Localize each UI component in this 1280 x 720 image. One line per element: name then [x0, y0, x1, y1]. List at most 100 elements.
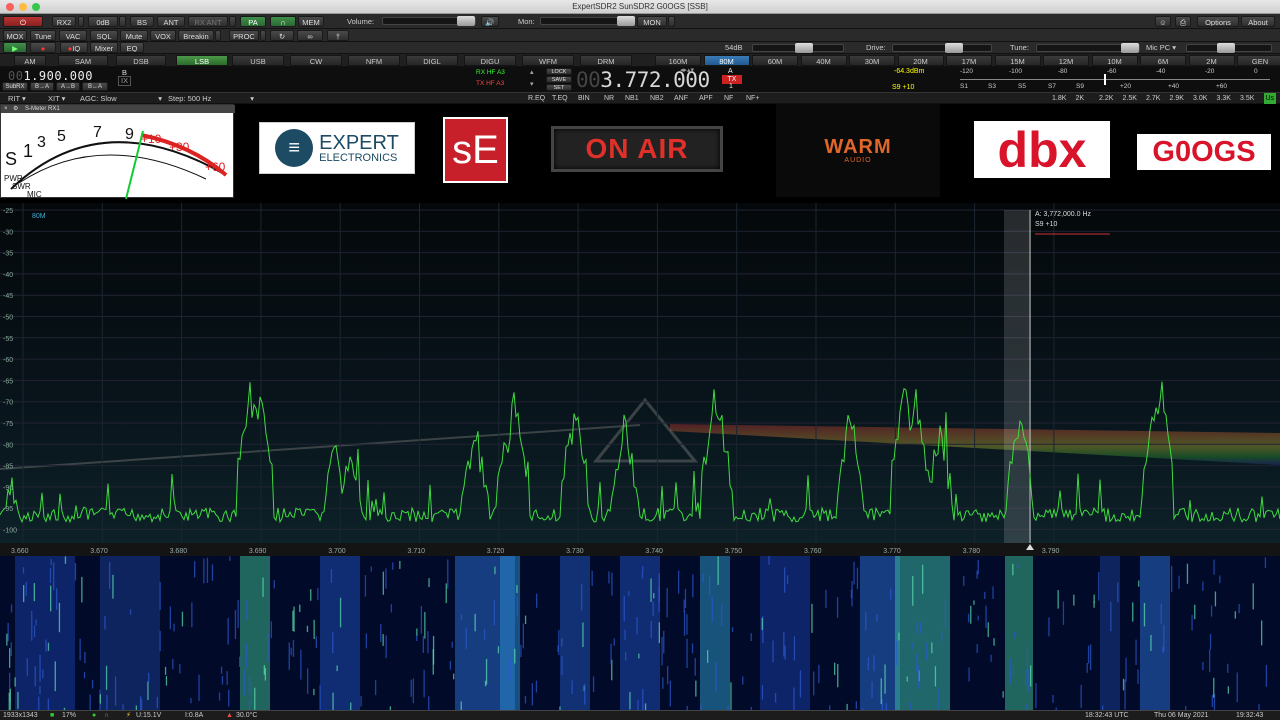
iq-record-button[interactable]: ●IQ: [60, 42, 88, 53]
s-meter-settings-icon[interactable]: ⚙: [13, 105, 18, 113]
filter-2-2k-button[interactable]: 2.2K: [1099, 93, 1113, 104]
sql-button[interactable]: SQL: [90, 30, 118, 41]
breakin-button[interactable]: Breakin: [178, 30, 214, 41]
mixer-button[interactable]: Mixer: [90, 42, 118, 53]
dsp-nf-button[interactable]: NF+: [746, 93, 759, 104]
attenuation-slider[interactable]: [752, 43, 844, 53]
band-6m[interactable]: 6M: [1140, 55, 1186, 66]
ant-button[interactable]: ANT: [157, 16, 185, 27]
rx-ant-button[interactable]: RX ANT: [188, 16, 228, 27]
drive-slider[interactable]: [892, 43, 992, 53]
tune-power-slider[interactable]: [1036, 43, 1140, 53]
mon-dropdown[interactable]: [668, 16, 675, 27]
dsp-nr-button[interactable]: NR: [604, 93, 614, 104]
dsp-nb2-button[interactable]: NB2: [650, 93, 664, 104]
b-to-a-button[interactable]: B→A: [30, 82, 54, 91]
mode-nfm[interactable]: NFM: [348, 55, 400, 66]
print-button[interactable]: ⎙: [1175, 16, 1191, 27]
preamp-button[interactable]: 0dB: [88, 16, 118, 27]
band-10m[interactable]: 10M: [1091, 55, 1138, 66]
dsp-apf-button[interactable]: APF: [699, 93, 713, 104]
pin-button[interactable]: †: [327, 30, 349, 41]
main-vfo-frequency[interactable]: 003.772.000: [576, 67, 721, 93]
vfo-up-arrow[interactable]: ▴: [530, 67, 534, 78]
minimize-window-button[interactable]: [19, 3, 27, 11]
volume-slider[interactable]: [382, 16, 476, 26]
close-window-button[interactable]: [6, 3, 14, 11]
volume-knob[interactable]: [457, 16, 475, 26]
xit-toggle[interactable]: XIT ▾: [48, 93, 65, 104]
band-2m[interactable]: 2M: [1188, 55, 1235, 66]
mox-button[interactable]: MOX: [3, 30, 27, 41]
band-60m[interactable]: 60M: [752, 55, 798, 66]
dsp-req-button[interactable]: R.EQ: [528, 93, 545, 104]
power-button[interactable]: ⏻: [3, 16, 43, 27]
sub-vfo-frequency[interactable]: 001.900.000: [8, 69, 118, 83]
filter-3-5k-button[interactable]: 3.5K: [1240, 93, 1254, 104]
dsp-bin-button[interactable]: BIN: [578, 93, 590, 104]
drive-knob[interactable]: [945, 43, 963, 53]
eq-button[interactable]: EQ: [120, 42, 144, 53]
mon-knob[interactable]: [617, 16, 635, 26]
preamp-dropdown[interactable]: [119, 16, 126, 27]
set-button[interactable]: SET: [546, 84, 572, 91]
mem-button[interactable]: MEM: [298, 16, 324, 27]
mode-sam[interactable]: SAM: [58, 55, 108, 66]
proc-dropdown[interactable]: [260, 30, 266, 41]
step-select[interactable]: Step: 500 Hz ▾: [168, 93, 254, 104]
rx2-button[interactable]: RX2: [52, 16, 76, 27]
user-button[interactable]: ☺: [1155, 16, 1171, 27]
filter-2-9k-button[interactable]: 2.9K: [1170, 93, 1184, 104]
filter-1-8k-button[interactable]: 1.8K: [1052, 93, 1066, 104]
options-button[interactable]: Options: [1197, 16, 1239, 27]
band-160m[interactable]: 160M: [655, 55, 701, 66]
freq-step-arrows[interactable]: ◂▸▴▾: [680, 65, 694, 76]
filter-3-3k-button[interactable]: 3.3K: [1217, 93, 1231, 104]
mode-usb[interactable]: USB: [232, 55, 284, 66]
mode-digu[interactable]: DIGU: [464, 55, 516, 66]
band-15m[interactable]: 15M: [994, 55, 1041, 66]
refresh-button[interactable]: ↻: [270, 30, 294, 41]
rx2-dropdown[interactable]: [78, 16, 84, 27]
band-12m[interactable]: 12M: [1043, 55, 1089, 66]
filter-2k-button[interactable]: 2K: [1076, 93, 1085, 104]
s-meter-close-icon[interactable]: ×: [4, 105, 8, 113]
dsp-nb1-button[interactable]: NB1: [625, 93, 639, 104]
mode-cw[interactable]: CW: [290, 55, 342, 66]
band-30m[interactable]: 30M: [849, 55, 895, 66]
vox-button[interactable]: VOX: [150, 30, 176, 41]
subrx-button[interactable]: SubRX: [2, 82, 28, 91]
mode-digl[interactable]: DIGL: [406, 55, 458, 66]
dsp-nf-button[interactable]: NF: [724, 93, 733, 104]
mute-button[interactable]: Mute: [120, 30, 148, 41]
band-17m[interactable]: 17M: [946, 55, 992, 66]
band-80m[interactable]: 80M: [703, 55, 750, 66]
band-40m[interactable]: 40M: [800, 55, 847, 66]
save-button[interactable]: SAVE: [546, 76, 572, 83]
lock-button[interactable]: LOCK: [546, 68, 572, 75]
bs-button[interactable]: BS: [130, 16, 154, 27]
mode-am[interactable]: AM: [14, 55, 46, 66]
attenuation-knob[interactable]: [795, 43, 813, 53]
speaker-button[interactable]: 🔊: [481, 16, 499, 27]
about-button[interactable]: About: [1241, 16, 1275, 27]
mode-drm[interactable]: DRM: [580, 55, 632, 66]
rx-ant-dropdown[interactable]: [229, 16, 236, 27]
band-gen[interactable]: GEN: [1237, 55, 1280, 66]
spectrum-display[interactable]: 80M A: 3,772,000.0 Hz S9 +10 -25 -30 -35 -4…: [0, 203, 1280, 556]
mode-dsb[interactable]: DSB: [116, 55, 166, 66]
mic-knob[interactable]: [1217, 43, 1235, 53]
pa-button[interactable]: PA: [240, 16, 266, 27]
mon-slider[interactable]: [540, 16, 635, 26]
headphones-button[interactable]: ∩: [270, 16, 296, 27]
vfo-down-arrow[interactable]: ▾: [530, 79, 534, 90]
rit-toggle[interactable]: RIT ▾: [8, 93, 26, 104]
breakin-dropdown[interactable]: [215, 30, 221, 41]
mic-slider[interactable]: [1186, 43, 1272, 53]
filter-us-button[interactable]: Us: [1263, 93, 1277, 104]
waterfall-display[interactable]: [0, 556, 1280, 710]
mic-source-select[interactable]: Mic PC ▾: [1146, 42, 1176, 53]
swap-ab-button[interactable]: B↔A: [82, 82, 108, 91]
dsp-teq-button[interactable]: T.EQ: [552, 93, 568, 104]
filter-2-7k-button[interactable]: 2.7K: [1146, 93, 1160, 104]
